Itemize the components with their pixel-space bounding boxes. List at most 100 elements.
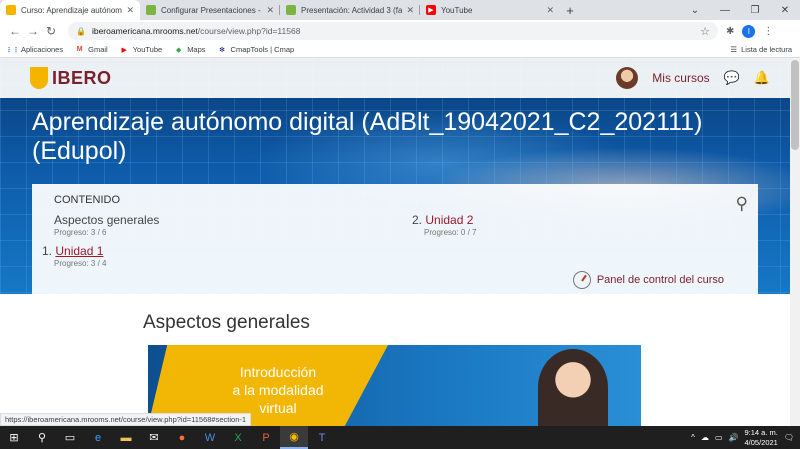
close-icon[interactable]: ✕ xyxy=(406,5,414,16)
firefox-icon[interactable]: ● xyxy=(168,426,196,449)
tab-configurar[interactable]: Configurar Presentaciones - Edu ✕ xyxy=(140,0,280,20)
cmap-icon: ✻ xyxy=(219,46,225,54)
youtube-favicon-icon: ▶ xyxy=(426,5,436,15)
messages-icon[interactable]: 💬 xyxy=(724,70,740,86)
bookmark-label: CmapTools | Cmap xyxy=(230,45,295,54)
tab-presentacion[interactable]: Presentación: Actividad 3 (facilid ✕ xyxy=(280,0,420,20)
search-icon[interactable]: ⚲ xyxy=(736,194,748,214)
extensions-icon[interactable]: ✱ xyxy=(726,26,734,37)
bookmark-cmap[interactable]: ✻ CmapTools | Cmap xyxy=(218,45,295,54)
section-general-progress: Progreso: 3 / 6 xyxy=(54,228,107,237)
minimize-button[interactable]: — xyxy=(710,5,740,16)
unit2-progress: Progreso: 0 / 7 xyxy=(424,228,477,237)
teams-icon[interactable]: T xyxy=(308,426,336,449)
clock-date: 4/05/2021 xyxy=(744,437,778,447)
bookmarks-bar: ⋮⋮ Aplicaciones M Gmail ▶ YouTube ◆ Maps… xyxy=(0,42,800,58)
system-tray: ^ ☁ ▭ 🔊 9:14 a. m. 4/05/2021 🗨 xyxy=(691,428,800,448)
browser-toolbar: ← → ↻ 🔒 iberoamericana.mrooms.net/course… xyxy=(0,20,800,42)
excel-icon[interactable]: X xyxy=(224,426,252,449)
site-header: IBERO Mis cursos 💬 🔔 xyxy=(0,58,800,98)
tab-course[interactable]: Curso: Aprendizaje autónomo d ✕ xyxy=(0,0,140,20)
bookmark-label: Maps xyxy=(187,45,206,54)
chrome-icon[interactable]: ◉ xyxy=(280,426,308,449)
notifications-icon[interactable]: 🗨 xyxy=(784,433,794,442)
course-dashboard-link[interactable]: Panel de control del curso xyxy=(572,271,724,289)
scrollbar-thumb[interactable] xyxy=(791,60,799,150)
powerpoint-icon[interactable]: P xyxy=(252,426,280,449)
web-page: IBERO Mis cursos 💬 🔔 Aprendizaje autónom… xyxy=(0,58,800,426)
forward-button[interactable]: → xyxy=(24,24,42,38)
bookmark-label: YouTube xyxy=(132,45,163,54)
ibero-logo[interactable]: IBERO xyxy=(30,67,112,89)
back-button[interactable]: ← xyxy=(6,24,24,38)
windows-start-icon[interactable]: ⊞ xyxy=(0,426,28,449)
tab-search-icon[interactable]: ⌄ xyxy=(680,5,710,16)
banner-text: Introducción a la modalidad virtual xyxy=(208,363,348,417)
menu-icon[interactable]: ⋮ xyxy=(763,26,773,37)
tray-expand-icon[interactable]: ^ xyxy=(691,433,695,442)
dashboard-label: Panel de control del curso xyxy=(596,274,724,286)
my-courses-link[interactable]: Mis cursos xyxy=(652,71,709,85)
banner-person-image xyxy=(538,349,608,426)
unit1-link[interactable]: Unidad 1 xyxy=(55,244,103,258)
course-contents-card: CONTENIDO ⚲ Aspectos generales Progreso:… xyxy=(32,184,758,294)
close-window-button[interactable]: ✕ xyxy=(770,5,800,16)
tab-title: Curso: Aprendizaje autónomo d xyxy=(21,5,123,15)
mail-icon[interactable]: ✉ xyxy=(140,426,168,449)
unit-number: 1. xyxy=(42,244,53,258)
browser-tab-strip: Curso: Aprendizaje autónomo d ✕ Configur… xyxy=(0,0,800,20)
logo-shield-icon xyxy=(30,67,48,89)
reading-list-button[interactable]: ☰ Lista de lectura xyxy=(730,45,792,54)
tab-title: Configurar Presentaciones - Edu xyxy=(161,5,262,15)
edu-favicon-icon xyxy=(146,5,156,15)
address-bar[interactable]: 🔒 iberoamericana.mrooms.net/course/view.… xyxy=(68,22,718,40)
volume-icon[interactable]: 🔊 xyxy=(729,433,739,442)
bookmark-star-icon[interactable]: ☆ xyxy=(700,25,710,38)
bookmark-apps[interactable]: ⋮⋮ Aplicaciones xyxy=(5,45,64,54)
user-avatar[interactable] xyxy=(616,67,639,89)
edge-icon[interactable]: e xyxy=(84,426,112,449)
bookmark-gmail[interactable]: M Gmail xyxy=(75,45,108,54)
section-heading: Aspectos generales xyxy=(143,312,310,333)
contents-heading: CONTENIDO xyxy=(54,194,120,206)
section-unit1: 1. Unidad 1 xyxy=(42,244,103,258)
bookmark-label: Aplicaciones xyxy=(21,45,64,54)
gmail-icon: M xyxy=(76,46,83,53)
restore-button[interactable]: ❐ xyxy=(740,5,770,16)
window-controls: ⌄ — ❐ ✕ xyxy=(680,0,800,20)
tab-youtube[interactable]: ▶ YouTube ✕ xyxy=(420,0,560,20)
reading-list-label: Lista de lectura xyxy=(741,45,792,54)
url-host: iberoamericana.mrooms.net xyxy=(91,26,198,36)
apps-icon: ⋮⋮ xyxy=(5,46,20,54)
unit2-link[interactable]: Unidad 2 xyxy=(425,213,473,227)
bookmark-maps[interactable]: ◆ Maps xyxy=(174,45,206,54)
reading-list-icon: ☰ xyxy=(730,45,738,54)
task-view-icon[interactable]: ▭ xyxy=(56,426,84,449)
clock[interactable]: 9:14 a. m. 4/05/2021 xyxy=(744,428,777,448)
close-icon[interactable]: ✕ xyxy=(126,5,134,16)
clock-time: 9:14 a. m. xyxy=(744,427,778,437)
maps-icon: ◆ xyxy=(175,46,182,54)
cloud-icon[interactable]: ☁ xyxy=(701,433,709,442)
close-icon[interactable]: ✕ xyxy=(546,5,554,16)
battery-icon[interactable]: ▭ xyxy=(715,433,723,442)
profile-avatar[interactable]: I xyxy=(742,24,756,38)
tab-title: Presentación: Actividad 3 (facilid xyxy=(301,5,403,15)
reload-button[interactable]: ↻ xyxy=(42,24,60,38)
new-tab-button[interactable]: + xyxy=(560,0,580,20)
word-icon[interactable]: W xyxy=(196,426,224,449)
bookmark-youtube[interactable]: ▶ YouTube xyxy=(120,45,163,54)
status-bar-url: https://iberoamericana.mrooms.net/course… xyxy=(0,413,252,426)
lock-icon[interactable]: 🔒 xyxy=(76,27,86,36)
notifications-bell-icon[interactable]: 🔔 xyxy=(754,70,770,86)
url-path: /course/view.php?id=11568 xyxy=(197,26,301,36)
close-icon[interactable]: ✕ xyxy=(266,5,274,16)
edu-favicon-icon xyxy=(286,5,296,15)
file-explorer-icon[interactable]: ▬ xyxy=(112,426,140,449)
section-unit2: 2. Unidad 2 xyxy=(412,213,473,227)
section-general-link[interactable]: Aspectos generales xyxy=(54,213,159,227)
search-icon[interactable]: ⚲ xyxy=(28,426,56,449)
unit1-progress: Progreso: 3 / 4 xyxy=(54,259,107,268)
page-scrollbar[interactable] xyxy=(790,58,800,426)
dashboard-gauge-icon xyxy=(572,271,591,289)
